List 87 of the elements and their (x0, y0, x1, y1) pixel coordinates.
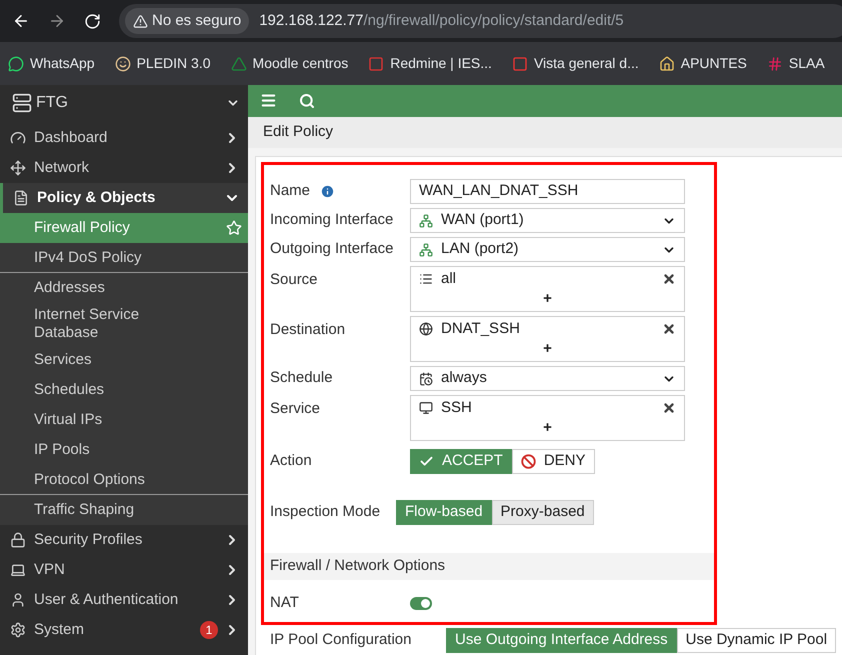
deny-icon (520, 454, 536, 468)
add-button[interactable]: + (543, 418, 552, 438)
dropdown[interactable]: WAN (port1) (410, 208, 685, 233)
field-label: IP Pool Configuration (270, 630, 412, 650)
warning-icon (133, 14, 148, 28)
sidebar-item[interactable]: System 1 (0, 615, 248, 645)
submenu-item[interactable]: Services (0, 345, 248, 375)
dropdown[interactable]: always (410, 366, 685, 391)
remove-icon (662, 401, 676, 415)
submenu-item[interactable]: Virtual IPs (0, 405, 248, 435)
name-input[interactable]: WAN_LAN_DNAT_SSH (410, 179, 685, 204)
remove-icon (662, 272, 676, 286)
address-icon (419, 322, 433, 336)
bookmark[interactable]: SLAA (766, 53, 825, 74)
submenu-item[interactable]: Traffic Shaping (0, 495, 248, 525)
bookmark[interactable]: Moodle centros (230, 53, 348, 74)
sidebar-item[interactable]: VPN (0, 555, 248, 585)
back-icon[interactable] (12, 12, 30, 30)
page-title: Edit Policy (263, 122, 334, 142)
add-button[interactable]: + (543, 289, 552, 309)
device-icon (12, 92, 32, 112)
field-label: Service (270, 399, 320, 419)
reload-icon[interactable] (84, 12, 101, 30)
field-label: Action (270, 450, 313, 471)
bookmark-icon (658, 56, 675, 72)
bookmark-icon (368, 56, 384, 72)
sidebar-item[interactable]: Network (0, 153, 248, 183)
search-icon[interactable] (299, 92, 315, 109)
selected-entry: SSH (441, 398, 473, 418)
field-label: Incoming Interface (270, 210, 394, 230)
toggle-option[interactable]: Flow-based (396, 500, 492, 524)
field-label: Outgoing Interface (270, 239, 394, 260)
calendar-icon (419, 372, 433, 386)
sidebar-item[interactable]: Security Profiles (0, 525, 248, 555)
info-icon[interactable] (320, 184, 336, 199)
submenu-item[interactable]: Protocol Options (0, 465, 248, 495)
toggle-option[interactable]: DENY (512, 448, 595, 474)
toggle-option[interactable]: Use Dynamic IP Pool (676, 628, 836, 652)
toggle-option[interactable]: Use Outgoing Interface Address (446, 628, 677, 652)
submenu-item[interactable]: Addresses (0, 273, 248, 303)
submenu-item[interactable]: Internet Service Database (0, 303, 248, 345)
bookmark[interactable]: PLEDIN 3.0 (114, 53, 211, 74)
star-icon[interactable] (226, 220, 242, 236)
bookmark-icon (114, 56, 131, 72)
security-chip[interactable]: No es seguro (125, 8, 250, 34)
nat-toggle[interactable] (410, 596, 432, 610)
field-label: Inspection Mode (270, 502, 382, 522)
field-label: Name (270, 181, 310, 202)
address-icon (419, 401, 433, 415)
sidebar-item[interactable]: User & Authentication (0, 585, 248, 615)
field-label: Destination (270, 320, 346, 340)
sidebar-item[interactable]: Dashboard (0, 123, 248, 153)
selected-entry: all (441, 268, 458, 289)
field-label: Schedule (270, 368, 333, 388)
bookmark[interactable]: Vista general d... (512, 53, 639, 74)
submenu-item[interactable]: Firewall Policy (0, 213, 248, 243)
add-button[interactable]: + (543, 339, 552, 359)
section-header: Firewall / Network Options (264, 553, 714, 580)
field-label: NAT (270, 592, 300, 613)
multi-select[interactable]: DNAT_SSH + (410, 316, 685, 362)
remove-icon (662, 322, 676, 336)
multi-select[interactable]: all + (410, 266, 685, 312)
bookmark[interactable]: Redmine | IES... (368, 53, 492, 74)
bookmark-icon (512, 56, 528, 72)
address-icon (419, 272, 433, 286)
device-name: FTG (36, 92, 69, 112)
selected-entry: DNAT_SSH (441, 318, 521, 339)
field-label: Source (270, 270, 318, 290)
bookmark[interactable]: APUNTES (658, 53, 747, 74)
notification-badge: 1 (200, 621, 218, 639)
port-icon (419, 214, 433, 228)
submenu-item[interactable]: Schedules (0, 375, 248, 405)
bookmark-icon (8, 56, 24, 72)
bookmark[interactable]: WhatsApp (8, 53, 95, 74)
toggle-option[interactable]: Proxy-based (492, 500, 594, 524)
port-icon (419, 242, 433, 256)
submenu-item[interactable]: IPv4 DoS Policy (0, 243, 248, 273)
toggle-option[interactable]: ACCEPT (410, 448, 512, 474)
sidebar-item[interactable]: Policy & Objects (0, 183, 248, 213)
dropdown[interactable]: LAN (port2) (410, 237, 685, 262)
url-text: 192.168.122.77/ng/firewall/policy/policy/standard/edit/5 (259, 10, 624, 31)
bookmark-icon (230, 56, 247, 72)
multi-select[interactable]: SSH + (410, 395, 685, 441)
forward-icon[interactable] (48, 12, 66, 30)
bookmark-icon (766, 56, 783, 72)
address-bar[interactable]: No es seguro 192.168.122.77/ng/firewall/policy/policy/standard/edit/5 (119, 4, 842, 38)
submenu-item[interactable]: IP Pools (0, 435, 248, 465)
